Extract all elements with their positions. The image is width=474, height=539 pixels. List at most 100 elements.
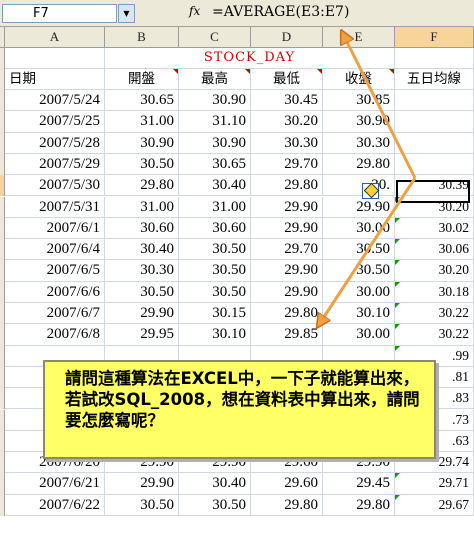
cell-open[interactable]: 29.95 [105, 324, 179, 346]
cell-ma[interactable]: 29.67 [395, 494, 474, 516]
cell-open[interactable]: 30.50 [105, 153, 179, 176]
header-low[interactable]: 最低 [251, 69, 323, 91]
cell-close[interactable]: 29.80 [323, 153, 395, 176]
cell-open[interactable]: 31.00 [105, 196, 179, 218]
cell-open[interactable]: 30.60 [105, 217, 179, 240]
cell-open[interactable]: 29.90 [105, 303, 179, 325]
header-open[interactable]: 開盤 [105, 69, 179, 91]
cell-close[interactable]: 29.90 [323, 196, 395, 218]
cell-date[interactable]: 2007/6/22 [5, 494, 105, 516]
cell-close[interactable]: 30.85 [323, 90, 395, 112]
warning-icon[interactable] [362, 182, 380, 199]
cell-low[interactable]: 29.80 [251, 494, 323, 516]
cell-open[interactable]: 30.30 [105, 260, 179, 282]
cell-open[interactable]: 29.90 [105, 473, 179, 495]
cell-close[interactable]: 30.00 [323, 217, 395, 240]
cell-close[interactable]: 30.00 [323, 324, 395, 346]
cell-ma[interactable] [395, 111, 474, 133]
cell-date[interactable]: 2007/6/4 [5, 239, 105, 261]
cell-date[interactable]: 2007/5/31 [5, 196, 105, 218]
cell-open[interactable]: 31.00 [105, 111, 179, 133]
cell-ma[interactable]: 30.06 [395, 239, 474, 261]
cell-low[interactable]: 29.90 [251, 196, 323, 218]
cell-date[interactable]: 2007/5/25 [5, 111, 105, 133]
column-header-f[interactable]: F [395, 27, 474, 48]
sheet-title[interactable]: STOCK_DAY [105, 48, 395, 70]
cell-ma[interactable]: 30.20 [395, 260, 474, 282]
cell-low[interactable]: 29.90 [251, 217, 323, 240]
cell[interactable] [5, 48, 105, 70]
cell-high[interactable]: 30.10 [179, 324, 251, 346]
cell-high[interactable]: 30.50 [179, 260, 251, 282]
cell-close[interactable]: 30.90 [323, 111, 395, 133]
cell-low[interactable]: 29.60 [251, 473, 323, 495]
fx-icon[interactable]: fx [189, 4, 200, 18]
cell-date[interactable]: 2007/6/21 [5, 473, 105, 495]
cell-high[interactable]: 30.65 [179, 153, 251, 176]
cell-high[interactable]: 30.40 [179, 473, 251, 495]
cell-close[interactable]: 30.30 [323, 132, 395, 154]
cell-ma[interactable]: 30.18 [395, 281, 474, 303]
cell-open[interactable]: 30.90 [105, 132, 179, 154]
cell-low[interactable]: 30.20 [251, 111, 323, 133]
cell-close[interactable]: 29.45 [323, 473, 395, 495]
cell-low[interactable]: 29.80 [251, 303, 323, 325]
cell-date[interactable]: 2007/5/28 [5, 132, 105, 154]
formula-input[interactable]: =AVERAGE(E3:E7) [212, 4, 349, 20]
cell-ma[interactable]: 30.22 [395, 303, 474, 325]
cell-high[interactable]: 31.10 [179, 111, 251, 133]
cell-low[interactable]: 29.80 [251, 175, 323, 197]
cell-open[interactable]: 30.50 [105, 281, 179, 303]
column-header-e[interactable]: E [323, 27, 395, 48]
cell-ma[interactable] [395, 132, 474, 154]
cell-low[interactable]: 29.70 [251, 153, 323, 176]
cell-close[interactable]: 30.10 [323, 303, 395, 325]
cell-date[interactable]: 2007/6/1 [5, 217, 105, 240]
cell-ma[interactable] [395, 153, 474, 176]
cell-high[interactable]: 30.50 [179, 494, 251, 516]
header-date[interactable]: 日期 [5, 69, 105, 91]
cell-date[interactable]: 2007/6/6 [5, 281, 105, 303]
cell-low[interactable]: 30.30 [251, 132, 323, 154]
cell-high[interactable]: 30.50 [179, 281, 251, 303]
cell-date[interactable]: 2007/6/8 [5, 324, 105, 346]
cell-low[interactable]: 29.70 [251, 239, 323, 261]
header-high[interactable]: 最高 [179, 69, 251, 91]
cell-date[interactable]: 2007/5/30 [5, 175, 105, 197]
cell-open[interactable]: 29.80 [105, 175, 179, 197]
cell-open[interactable]: 30.65 [105, 90, 179, 112]
cell-high[interactable]: 30.50 [179, 239, 251, 261]
cell-ma[interactable]: 29.71 [395, 473, 474, 495]
cell-close[interactable]: 30.50 [323, 260, 395, 282]
cell-open[interactable]: 30.40 [105, 239, 179, 261]
cell-date[interactable]: 2007/6/5 [5, 260, 105, 282]
cell-ma[interactable] [395, 90, 474, 112]
column-header-c[interactable]: C [179, 27, 251, 48]
column-header-b[interactable]: B [105, 27, 179, 48]
cell-low[interactable]: 30.45 [251, 90, 323, 112]
cell-high[interactable]: 30.60 [179, 217, 251, 240]
cell-high[interactable]: 30.15 [179, 303, 251, 325]
cell-high[interactable]: 31.00 [179, 196, 251, 218]
cell-open[interactable]: 30.50 [105, 494, 179, 516]
cell-low[interactable]: 29.85 [251, 324, 323, 346]
cell-ma[interactable]: 30.22 [395, 324, 474, 346]
cell-low[interactable]: 29.90 [251, 260, 323, 282]
cell[interactable] [395, 48, 474, 70]
name-box[interactable]: F7 [2, 4, 117, 23]
cell-close[interactable]: 30. [323, 175, 395, 197]
cell-low[interactable]: 29.90 [251, 281, 323, 303]
cell-ma[interactable]: 30.02 [395, 217, 474, 240]
column-header-a[interactable]: A [5, 27, 105, 48]
cell-close[interactable]: 29.80 [323, 494, 395, 516]
chevron-down-icon[interactable]: ▼ [118, 4, 135, 23]
cell-close[interactable]: 30.00 [323, 281, 395, 303]
cell-high[interactable]: 30.90 [179, 90, 251, 112]
column-header-d[interactable]: D [251, 27, 323, 48]
cell-high[interactable]: 30.40 [179, 175, 251, 197]
cell-high[interactable]: 30.90 [179, 132, 251, 154]
header-ma5[interactable]: 五日均線 [395, 69, 474, 91]
cell-date[interactable]: 2007/5/24 [5, 90, 105, 112]
active-cell-outline[interactable] [396, 180, 470, 203]
header-close[interactable]: 收盤 [323, 69, 395, 91]
